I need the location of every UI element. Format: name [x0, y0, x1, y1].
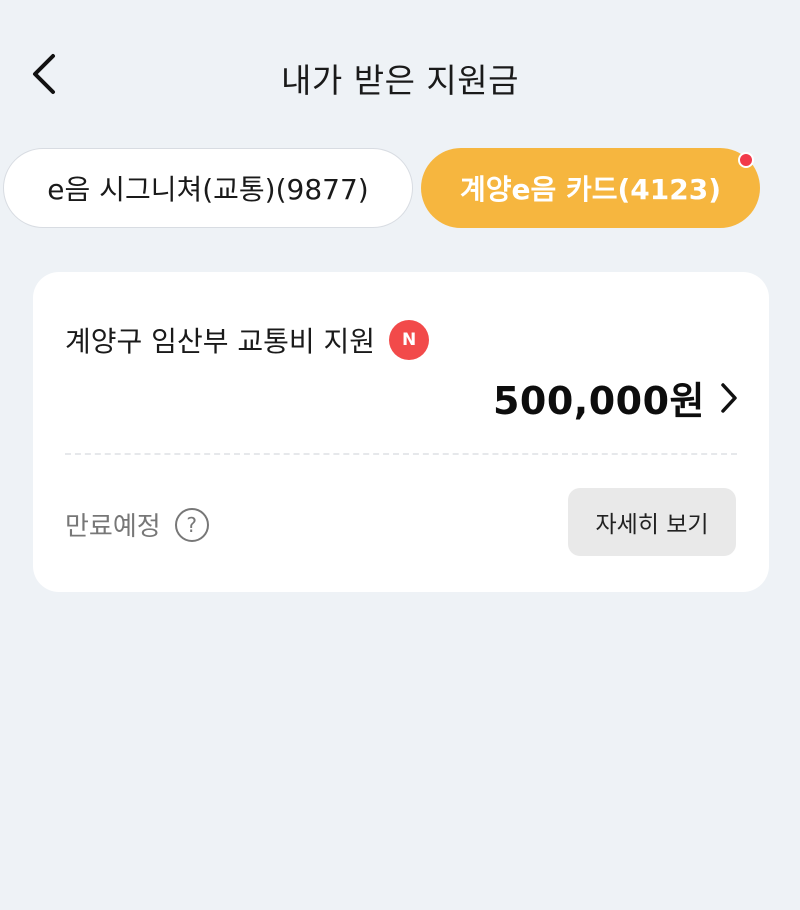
support-card: 계양구 임산부 교통비 지원 N 500,000원 만료예정 ? 자세히 보기	[33, 272, 769, 592]
support-amount: 500,000원	[492, 379, 705, 423]
amount-link[interactable]: 500,000원	[493, 370, 739, 425]
tab-gyeyang-card[interactable]: 계양e음 카드(4123)	[421, 148, 760, 228]
tab-label: e음 시그니쳐(교통)(9877)	[47, 173, 369, 206]
card-tabs: e음 시그니쳐(교통)(9877) 계양e음 카드(4123)	[0, 148, 800, 230]
expire-label: 만료예정	[65, 512, 161, 542]
page-title: 내가 받은 지원금	[281, 61, 519, 100]
help-icon[interactable]: ?	[174, 507, 209, 542]
support-title: 계양구 임산부 교통비 지원	[65, 325, 376, 358]
detail-button[interactable]: 자세히 보기	[568, 488, 736, 556]
tab-signature-transport[interactable]: e음 시그니쳐(교통)(9877)	[3, 148, 413, 228]
chevron-right-icon	[721, 382, 737, 413]
card-title-row: 계양구 임산부 교통비 지원 N	[65, 320, 430, 360]
expire-row: 만료예정 ?	[65, 506, 209, 543]
notification-dot	[738, 152, 754, 168]
new-badge: N	[389, 320, 430, 360]
header: 내가 받은 지원금	[0, 38, 800, 110]
divider	[65, 453, 737, 455]
tab-label: 계양e음 카드(4123)	[459, 173, 722, 206]
